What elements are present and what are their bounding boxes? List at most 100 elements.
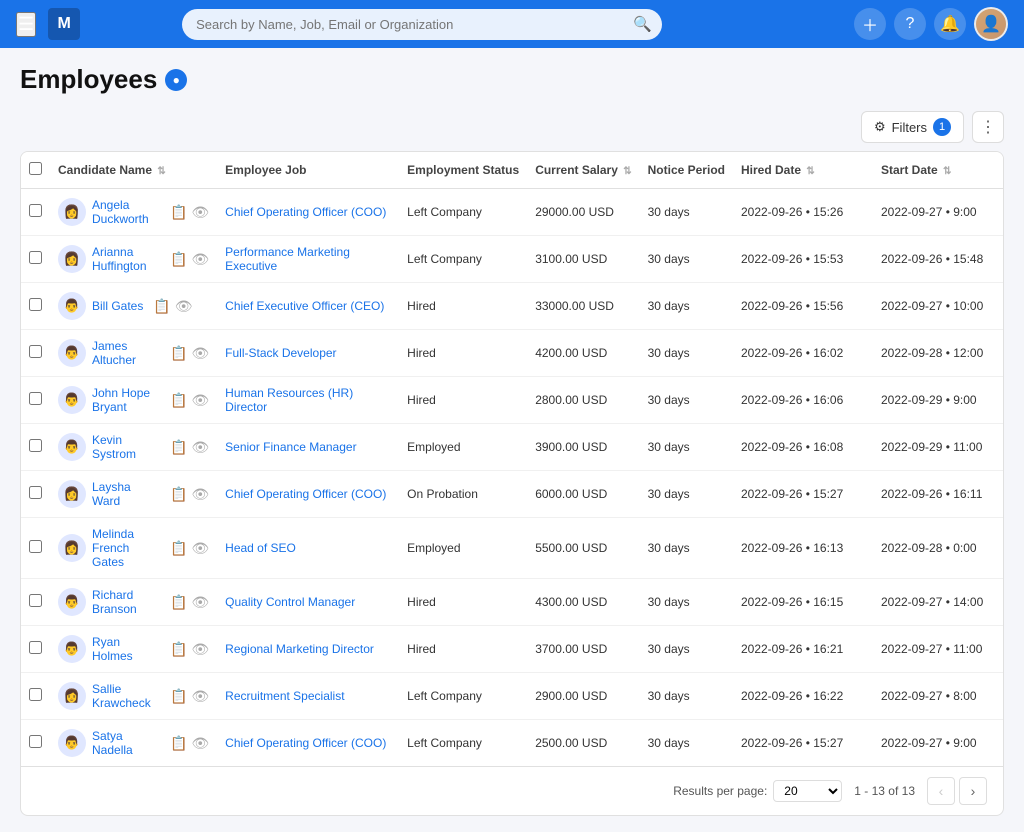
row-salary-cell: 6000.00 USD: [527, 471, 639, 518]
candidate-name-link[interactable]: Bill Gates: [92, 299, 143, 313]
copy-icon[interactable]: 📋: [170, 345, 187, 362]
candidate-name-link[interactable]: Kevin Systrom: [92, 433, 160, 461]
col-header-hired[interactable]: Hired Date ⇅: [733, 152, 873, 189]
job-link[interactable]: Quality Control Manager: [225, 595, 355, 609]
candidate-name-link[interactable]: John Hope Bryant: [92, 386, 160, 414]
view-icon[interactable]: 👁: [191, 735, 209, 752]
view-icon[interactable]: 👁: [191, 594, 209, 611]
row-checkbox[interactable]: [29, 735, 42, 748]
row-status-cell: Hired: [399, 626, 527, 673]
view-icon[interactable]: 👁: [191, 251, 209, 268]
copy-icon[interactable]: 📋: [170, 251, 187, 268]
page-info-icon[interactable]: ●: [165, 69, 187, 91]
job-link[interactable]: Senior Finance Manager: [225, 440, 356, 454]
row-notice-cell: 30 days: [640, 673, 733, 720]
bell-icon-button[interactable]: 🔔: [934, 8, 966, 40]
col-header-notice[interactable]: Notice Period: [640, 152, 733, 189]
candidate-name-link[interactable]: Laysha Ward: [92, 480, 160, 508]
menu-icon[interactable]: ☰: [16, 12, 36, 37]
view-icon[interactable]: 👁: [191, 688, 209, 705]
avatar-button[interactable]: 👤: [974, 7, 1008, 41]
copy-icon[interactable]: 📋: [170, 486, 187, 503]
col-header-name[interactable]: Candidate Name ⇅: [50, 152, 217, 189]
copy-icon[interactable]: 📋: [170, 735, 187, 752]
job-link[interactable]: Chief Operating Officer (COO): [225, 205, 386, 219]
col-header-status[interactable]: Employment Status: [399, 152, 527, 189]
prev-page-button[interactable]: ‹: [927, 777, 955, 805]
search-container: 🔍: [182, 9, 662, 40]
view-icon[interactable]: 👁: [191, 486, 209, 503]
app-header: ☰ M 🔍 ＋ ? 🔔 👤: [0, 0, 1024, 48]
candidate-name-link[interactable]: James Altucher: [92, 339, 160, 367]
row-notice-cell: 30 days: [640, 189, 733, 236]
row-job-cell: Full-Stack Developer: [217, 330, 399, 377]
view-icon[interactable]: 👁: [191, 392, 209, 409]
job-link[interactable]: Full-Stack Developer: [225, 346, 336, 360]
col-header-job[interactable]: Employee Job: [217, 152, 399, 189]
row-status-cell: Left Company: [399, 673, 527, 720]
row-checkbox[interactable]: [29, 486, 42, 499]
col-header-start[interactable]: Start Date ⇅: [873, 152, 1003, 189]
copy-icon[interactable]: 📋: [170, 204, 187, 221]
table-footer: Results per page: 102050100 1 - 13 of 13…: [21, 766, 1003, 815]
row-actions: 📋 👁: [170, 641, 209, 658]
candidate-name-link[interactable]: Richard Branson: [92, 588, 160, 616]
job-link[interactable]: Performance Marketing Executive: [225, 245, 350, 273]
copy-icon[interactable]: 📋: [170, 540, 187, 557]
candidate-name-link[interactable]: Sallie Krawcheck: [92, 682, 160, 710]
view-icon[interactable]: 👁: [191, 345, 209, 362]
copy-icon[interactable]: 📋: [170, 594, 187, 611]
row-checkbox[interactable]: [29, 594, 42, 607]
select-all-checkbox[interactable]: [29, 162, 42, 175]
row-checkbox[interactable]: [29, 641, 42, 654]
row-name-cell: 👩 Arianna Huffington 📋 👁: [50, 236, 217, 283]
view-icon[interactable]: 👁: [191, 204, 209, 221]
add-icon-button[interactable]: ＋: [854, 8, 886, 40]
candidate-name-link[interactable]: Satya Nadella: [92, 729, 160, 757]
copy-icon[interactable]: 📋: [170, 641, 187, 658]
employees-table-container: Candidate Name ⇅ Employee Job Employment…: [20, 151, 1004, 816]
table-row: 👩 Melinda French Gates 📋 👁 Head of SEO E…: [21, 518, 1003, 579]
job-link[interactable]: Chief Operating Officer (COO): [225, 736, 386, 750]
view-icon[interactable]: 👁: [191, 641, 209, 658]
candidate-name-link[interactable]: Ryan Holmes: [92, 635, 160, 663]
row-checkbox[interactable]: [29, 204, 42, 217]
row-checkbox[interactable]: [29, 392, 42, 405]
candidate-name-link[interactable]: Melinda French Gates: [92, 527, 160, 569]
filters-button[interactable]: ⚙ Filters 1: [861, 111, 964, 143]
row-checkbox-cell: [21, 330, 50, 377]
copy-icon[interactable]: 📋: [153, 298, 170, 315]
search-input[interactable]: [182, 9, 662, 40]
candidate-name-link[interactable]: Angela Duckworth: [92, 198, 160, 226]
row-checkbox[interactable]: [29, 345, 42, 358]
view-icon[interactable]: 👁: [191, 439, 209, 456]
job-link[interactable]: Human Resources (HR) Director: [225, 386, 353, 414]
view-icon[interactable]: 👁: [191, 540, 209, 557]
help-icon-button[interactable]: ?: [894, 8, 926, 40]
copy-icon[interactable]: 📋: [170, 392, 187, 409]
per-page-dropdown[interactable]: 102050100: [773, 780, 842, 802]
row-checkbox-cell: [21, 377, 50, 424]
candidate-name-link[interactable]: Arianna Huffington: [92, 245, 160, 273]
row-checkbox[interactable]: [29, 439, 42, 452]
row-status-cell: Employed: [399, 424, 527, 471]
col-header-salary[interactable]: Current Salary ⇅: [527, 152, 639, 189]
row-start-cell: 2022-09-27 • 10:00: [873, 283, 1003, 330]
sort-icon-hired: ⇅: [806, 166, 814, 177]
more-options-button[interactable]: ⋮: [972, 111, 1004, 143]
row-checkbox[interactable]: [29, 298, 42, 311]
row-checkbox[interactable]: [29, 251, 42, 264]
next-page-button[interactable]: ›: [959, 777, 987, 805]
view-icon[interactable]: 👁: [175, 298, 193, 315]
row-checkbox[interactable]: [29, 688, 42, 701]
copy-icon[interactable]: 📋: [170, 688, 187, 705]
job-link[interactable]: Chief Operating Officer (COO): [225, 487, 386, 501]
job-link[interactable]: Regional Marketing Director: [225, 642, 374, 656]
job-link[interactable]: Head of SEO: [225, 541, 296, 555]
row-checkbox-cell: [21, 518, 50, 579]
job-link[interactable]: Recruitment Specialist: [225, 689, 344, 703]
job-link[interactable]: Chief Executive Officer (CEO): [225, 299, 384, 313]
row-checkbox[interactable]: [29, 540, 42, 553]
copy-icon[interactable]: 📋: [170, 439, 187, 456]
row-actions: 📋 👁: [170, 594, 209, 611]
